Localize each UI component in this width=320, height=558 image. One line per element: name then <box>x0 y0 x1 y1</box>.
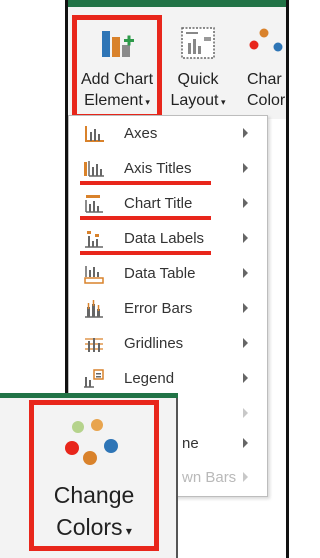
axes-icon <box>85 126 104 142</box>
legend-icon <box>84 369 104 388</box>
color-palette-icon <box>249 28 283 52</box>
data-table-icon <box>84 266 104 284</box>
menu-item-label: Data Table <box>124 265 196 282</box>
change-colors-partial-label-2: Color <box>247 92 286 109</box>
menu-item-legend[interactable]: Legend <box>69 364 267 394</box>
submenu-arrow-icon <box>243 128 248 138</box>
submenu-arrow-icon <box>243 438 248 448</box>
quick-layout-icon <box>181 27 215 59</box>
menu-item-label: Chart Title <box>124 195 193 212</box>
menu-item-axis-titles[interactable]: Axis Titles <box>69 154 267 184</box>
menu-item-error-bars[interactable]: Error Bars <box>69 294 267 324</box>
submenu-arrow-icon <box>243 303 248 313</box>
chart-title-highlight <box>80 216 211 220</box>
chart-title-icon <box>85 195 103 213</box>
submenu-arrow-icon <box>243 268 248 278</box>
menu-item-label: Gridlines <box>124 335 184 352</box>
menu-item-label: Legend <box>124 370 175 387</box>
data-labels-icon <box>85 231 103 248</box>
add-chart-element-highlight <box>72 15 162 119</box>
data-labels-highlight <box>80 251 211 255</box>
menu-item-label: Error Bars <box>124 300 193 317</box>
menu-item-chart-title[interactable]: Chart Title <box>69 189 267 219</box>
submenu-arrow-icon <box>243 233 248 243</box>
submenu-arrow-icon <box>243 408 248 418</box>
menu-item-label: wn Bars <box>182 469 237 486</box>
quick-layout-label-1: Quick <box>177 71 219 88</box>
change-colors-highlight <box>29 400 159 551</box>
menu-item-gridlines[interactable]: Gridlines <box>69 329 267 359</box>
menu-item-label: ne <box>182 435 199 452</box>
axis-titles-highlight <box>80 181 211 185</box>
menu-item-label: Data Labels <box>124 230 205 247</box>
error-bars-icon <box>85 300 103 318</box>
dropdown-arrow-icon: ▾ <box>218 97 226 107</box>
menu-item-axes[interactable]: Axes <box>69 119 267 149</box>
gridlines-icon <box>85 338 103 352</box>
menu-item-label: Axis Titles <box>124 160 192 177</box>
change-colors-button-partial[interactable]: Char Color <box>238 17 286 117</box>
quick-layout-button[interactable]: Quick Layout ▾ <box>163 17 233 117</box>
submenu-arrow-icon <box>243 373 248 383</box>
quick-layout-label-2: Layout ▾ <box>170 92 226 109</box>
menu-item-data-table[interactable]: Data Table <box>69 259 267 289</box>
inset-divider <box>176 398 178 558</box>
submenu-arrow-icon <box>243 163 248 173</box>
menu-item-data-labels[interactable]: Data Labels <box>69 224 267 254</box>
submenu-arrow-icon <box>243 472 248 482</box>
submenu-arrow-icon <box>243 338 248 348</box>
axis-titles-icon <box>84 161 104 177</box>
menu-item-label: Axes <box>124 125 158 142</box>
submenu-arrow-icon <box>243 198 248 208</box>
change-colors-partial-label-1: Char <box>247 71 282 88</box>
